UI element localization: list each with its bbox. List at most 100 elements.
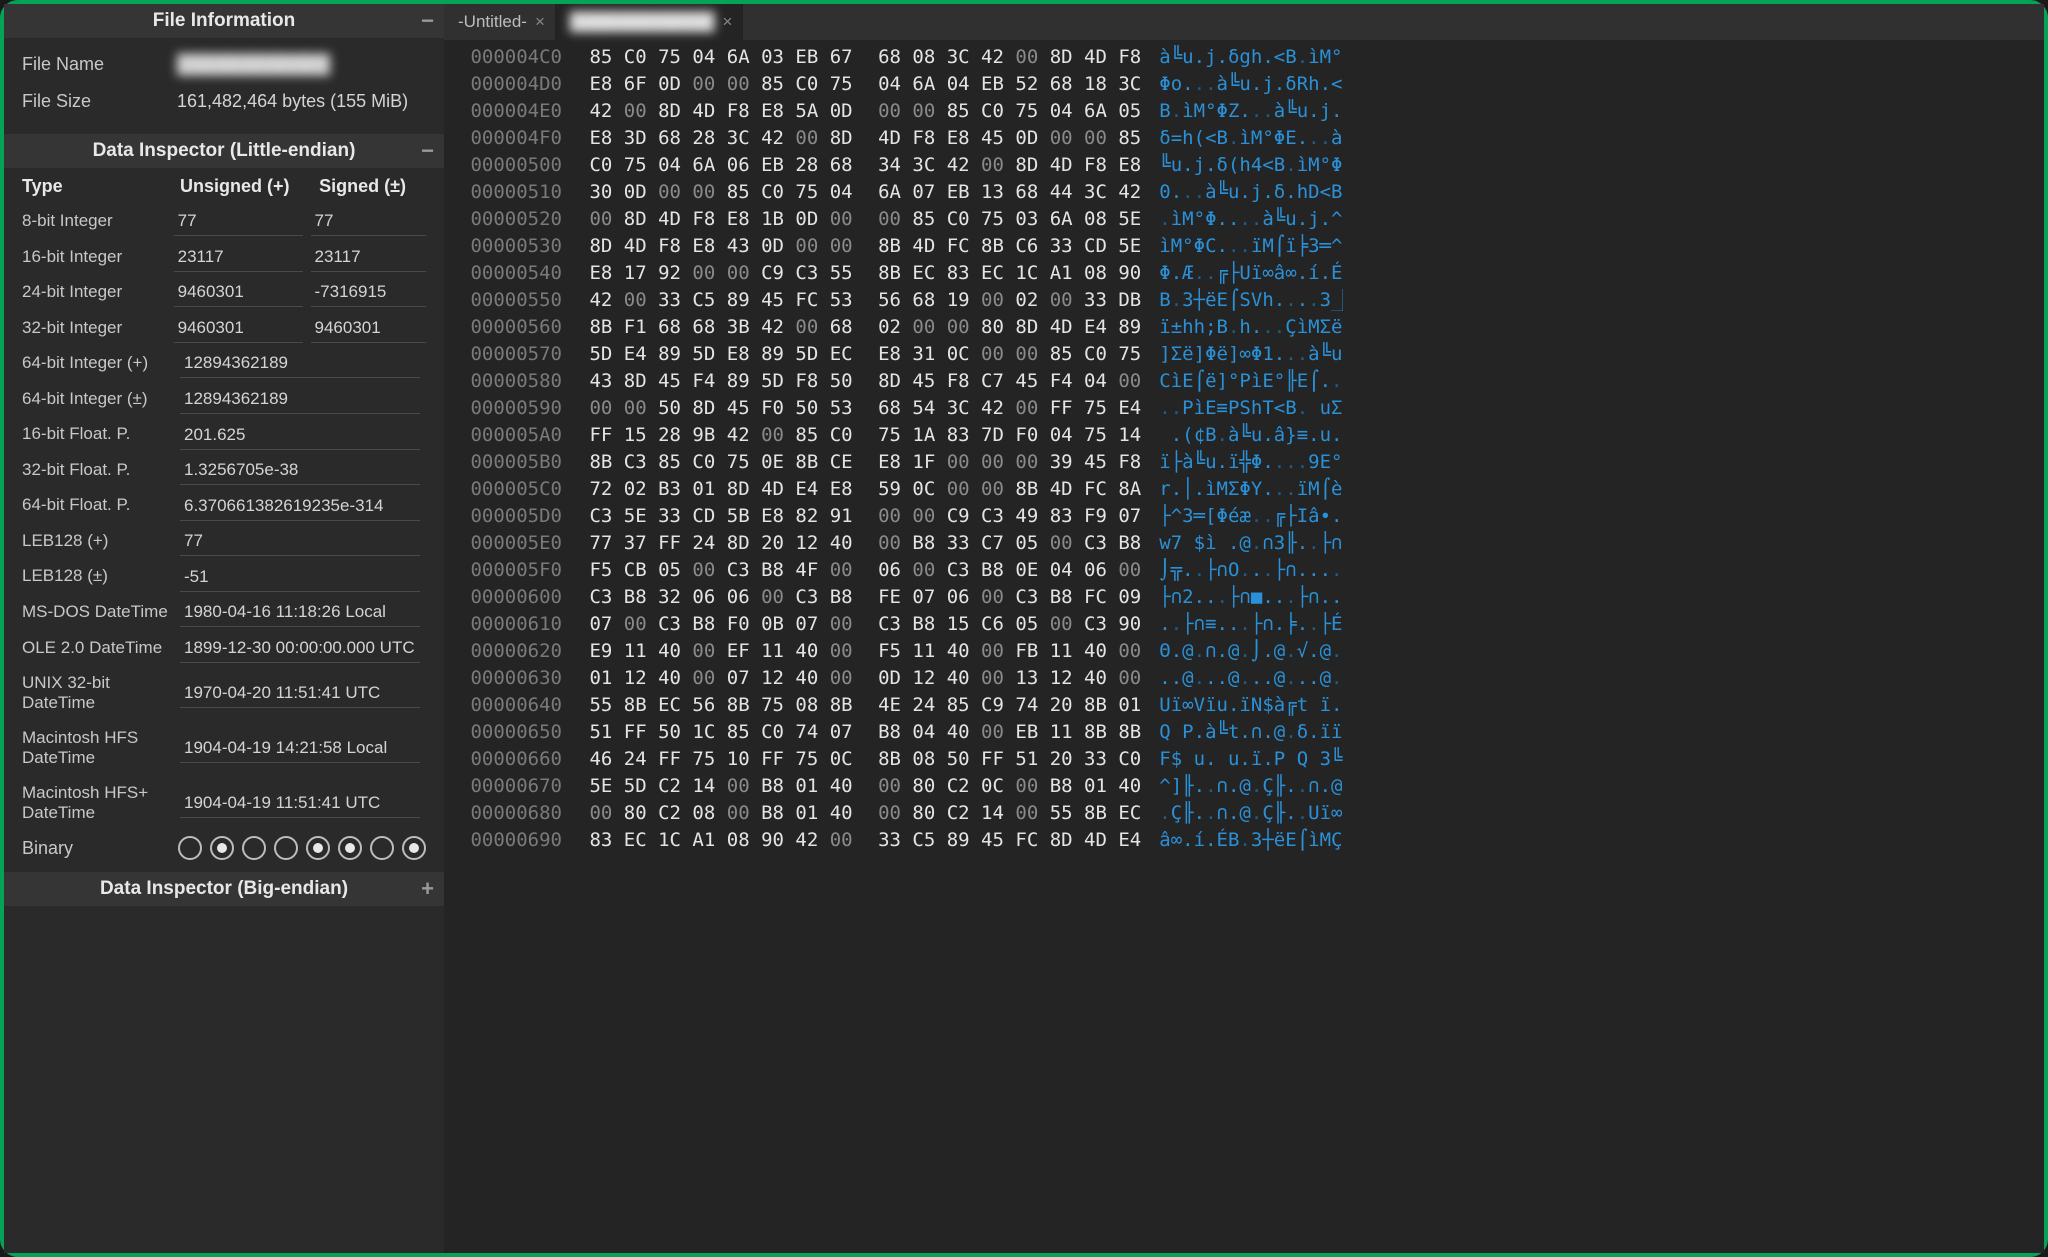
hex-byte[interactable]: 00	[818, 235, 852, 257]
hex-byte[interactable]: 3C	[1107, 73, 1141, 95]
hex-row[interactable]: 000004F0 E8 3D 68 28 3C 42 00 8D 4D F8 E…	[448, 125, 2044, 152]
inspector-row-value[interactable]: -51	[180, 561, 420, 592]
hex-byte[interactable]: 5D	[612, 775, 646, 797]
inspector-row-unsigned[interactable]: 9460301	[174, 276, 303, 307]
hex-bytes[interactable]: 01 12 40 00 07 12 40 00 0D 12 40 00 13 1…	[572, 665, 1141, 692]
hex-bytes[interactable]: C3 5E 33 CD 5B E8 82 91 00 00 C9 C3 49 8…	[572, 503, 1141, 530]
hex-byte[interactable]: 85	[647, 451, 681, 473]
hex-byte[interactable]: 04	[647, 154, 681, 176]
hex-byte[interactable]: F0	[715, 613, 749, 635]
hex-byte[interactable]: 6A	[715, 46, 749, 68]
hex-byte[interactable]: 07	[715, 667, 749, 689]
hex-byte[interactable]: 8B	[578, 316, 612, 338]
hex-byte[interactable]: 89	[715, 289, 749, 311]
hex-byte[interactable]: F8	[681, 208, 715, 230]
hex-byte[interactable]: CE	[818, 451, 852, 473]
hex-byte[interactable]: 5D	[578, 343, 612, 365]
hex-ascii[interactable]: ï├à╚u.ï╬Φ....9E°	[1141, 449, 1342, 476]
hex-ascii[interactable]: B.ìM°ΦZ...à╚u.j.	[1141, 98, 1342, 125]
hex-byte[interactable]: 40	[818, 532, 852, 554]
hex-byte[interactable]: 4D	[901, 235, 935, 257]
hex-byte[interactable]: E8	[750, 100, 784, 122]
hex-byte[interactable]: 85	[1038, 343, 1072, 365]
hex-byte[interactable]: F5	[867, 640, 901, 662]
hex-byte[interactable]: 00	[970, 586, 1004, 608]
hex-ascii[interactable]: Uï∞Vïu.ïN$à╔t ï.	[1141, 692, 1342, 719]
hex-byte[interactable]: 50	[647, 721, 681, 743]
inspector-row-unsigned[interactable]: 9460301	[174, 312, 303, 343]
inspector-row-signed[interactable]: 23117	[311, 241, 426, 272]
hex-byte[interactable]: E4	[1073, 316, 1107, 338]
hex-byte[interactable]: F4	[681, 370, 715, 392]
hex-byte[interactable]: 01	[578, 667, 612, 689]
hex-byte[interactable]: 4D	[1038, 154, 1072, 176]
tab[interactable]: -Untitled-×	[444, 4, 556, 40]
hex-byte[interactable]: 00	[970, 343, 1004, 365]
hex-ascii[interactable]: ..PìE≡PShT<B. uΣ	[1141, 395, 1342, 422]
hex-byte[interactable]: C2	[647, 775, 681, 797]
hex-byte[interactable]: 00	[1038, 532, 1072, 554]
hex-byte[interactable]: 4D	[1073, 46, 1107, 68]
hex-ascii[interactable]: ├∩2...├∩■...├∩..	[1141, 584, 1342, 611]
hex-byte[interactable]: C0	[750, 721, 784, 743]
hex-byte[interactable]: FC	[935, 235, 969, 257]
hex-byte[interactable]: 03	[1004, 208, 1038, 230]
hex-byte[interactable]: 8B	[1073, 721, 1107, 743]
hex-byte[interactable]: 51	[1004, 748, 1038, 770]
inspector-row-value[interactable]: 77	[180, 525, 420, 556]
hex-bytes[interactable]: 00 80 C2 08 00 B8 01 40 00 80 C2 14 00 5…	[572, 800, 1141, 827]
hex-byte[interactable]: F8	[715, 100, 749, 122]
hex-byte[interactable]: 68	[1004, 181, 1038, 203]
hex-byte[interactable]: 00	[612, 397, 646, 419]
hex-row[interactable]: 000005B0 8B C3 85 C0 75 0E 8B CE E8 1F 0…	[448, 449, 2044, 476]
hex-byte[interactable]: 8B	[612, 694, 646, 716]
hex-byte[interactable]: 0D	[750, 235, 784, 257]
hex-byte[interactable]: 24	[901, 694, 935, 716]
hex-byte[interactable]: 04	[681, 46, 715, 68]
file-info-collapse-icon[interactable]: −	[421, 8, 434, 34]
hex-bytes[interactable]: E8 3D 68 28 3C 42 00 8D 4D F8 E8 45 0D 0…	[572, 125, 1141, 152]
hex-byte[interactable]: 00	[612, 613, 646, 635]
hex-byte[interactable]: 00	[681, 559, 715, 581]
hex-byte[interactable]: 12	[612, 667, 646, 689]
hex-byte[interactable]: 00	[578, 802, 612, 824]
hex-byte[interactable]: 00	[715, 802, 749, 824]
hex-byte[interactable]: C0	[1107, 748, 1141, 770]
hex-byte[interactable]: 5B	[715, 505, 749, 527]
hex-byte[interactable]: 68	[901, 289, 935, 311]
hex-byte[interactable]: 5E	[578, 775, 612, 797]
hex-byte[interactable]: 8D	[681, 397, 715, 419]
hex-byte[interactable]: 07	[784, 613, 818, 635]
hex-byte[interactable]: 1B	[750, 208, 784, 230]
hex-byte[interactable]: E8	[818, 478, 852, 500]
hex-byte[interactable]: B8	[970, 559, 1004, 581]
hex-row[interactable]: 00000620 E9 11 40 00 EF 11 40 00 F5 11 4…	[448, 638, 2044, 665]
data-inspector-le-header[interactable]: Data Inspector (Little-endian) −	[4, 134, 444, 168]
inspector-row-value[interactable]: 1.3256705e-38	[180, 454, 420, 485]
hex-byte[interactable]: F5	[578, 559, 612, 581]
hex-ascii[interactable]: ^]╟..∩.@.Ç╟..∩.@	[1141, 773, 1342, 800]
hex-byte[interactable]: 4D	[612, 235, 646, 257]
hex-byte[interactable]: 00	[1038, 613, 1072, 635]
hex-byte[interactable]: E4	[612, 343, 646, 365]
hex-byte[interactable]: 06	[1073, 559, 1107, 581]
hex-ascii[interactable]: ..├∩≡...├∩.╞..├É	[1141, 611, 1342, 638]
hex-byte[interactable]: EB	[970, 73, 1004, 95]
hex-byte[interactable]: 8B	[818, 694, 852, 716]
hex-row[interactable]: 00000680 00 80 C2 08 00 B8 01 40 00 80 C…	[448, 800, 2044, 827]
hex-ascii[interactable]: ..@...@...@...@.	[1141, 665, 1342, 692]
hex-byte[interactable]: 42	[750, 127, 784, 149]
hex-byte[interactable]: 15	[935, 613, 969, 635]
hex-byte[interactable]: C9	[935, 505, 969, 527]
hex-byte[interactable]: 37	[612, 532, 646, 554]
hex-bytes[interactable]: 83 EC 1C A1 08 90 42 00 33 C5 89 45 FC 8…	[572, 827, 1141, 854]
hex-byte[interactable]: 54	[901, 397, 935, 419]
hex-byte[interactable]: C3	[578, 505, 612, 527]
hex-byte[interactable]: 01	[784, 775, 818, 797]
hex-row[interactable]: 00000540 E8 17 92 00 00 C9 C3 55 8B EC 8…	[448, 260, 2044, 287]
hex-byte[interactable]: 00	[867, 802, 901, 824]
hex-bytes[interactable]: 8B F1 68 68 3B 42 00 68 02 00 00 80 8D 4…	[572, 314, 1141, 341]
hex-byte[interactable]: FE	[867, 586, 901, 608]
hex-byte[interactable]: 4E	[867, 694, 901, 716]
hex-byte[interactable]: 42	[578, 289, 612, 311]
